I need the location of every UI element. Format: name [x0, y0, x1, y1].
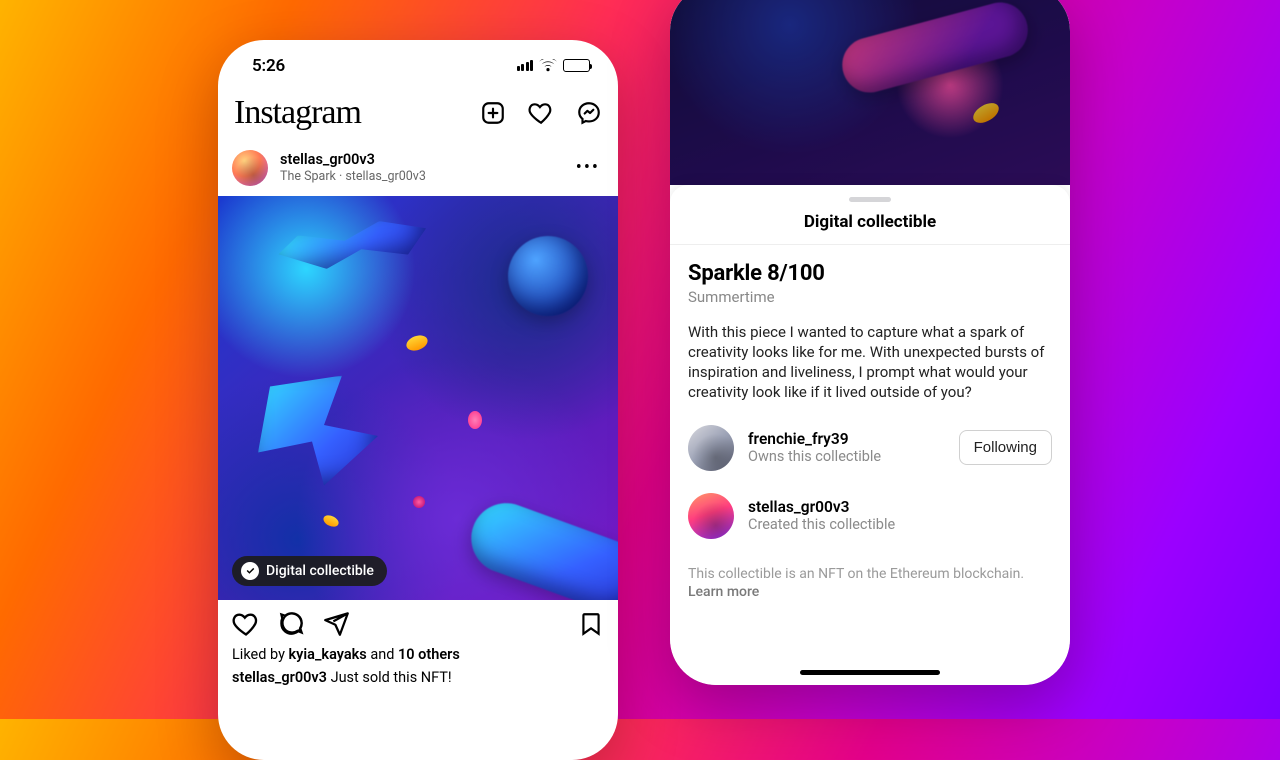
messenger-icon[interactable]: [576, 100, 602, 126]
battery-icon: [563, 59, 590, 72]
status-bar: 5:26: [218, 40, 618, 86]
home-indicator[interactable]: [800, 670, 940, 675]
cellular-icon: [517, 60, 534, 71]
caption-line: stellas_gr00v3 Just sold this NFT!: [218, 665, 618, 686]
nft-title: Sparkle 8/100: [688, 261, 1052, 286]
creator-avatar[interactable]: [688, 493, 734, 539]
share-icon[interactable]: [323, 610, 350, 637]
post-more-icon[interactable]: •••: [572, 153, 604, 182]
post-subtext: The Spark · stellas_gr00v3: [280, 169, 560, 185]
sheet-grabber[interactable]: [849, 197, 891, 202]
blockchain-disclaimer: This collectible is an NFT on the Ethere…: [688, 565, 1052, 603]
post-author-avatar[interactable]: [232, 150, 268, 186]
digital-collectible-badge[interactable]: Digital collectible: [232, 556, 387, 586]
caption-text: Just sold this NFT!: [327, 669, 452, 686]
badge-label: Digital collectible: [266, 563, 374, 579]
save-icon[interactable]: [578, 611, 604, 637]
caption-username[interactable]: stellas_gr00v3: [232, 669, 327, 686]
creator-row: stellas_gr00v3 Created this collectible: [688, 493, 1052, 539]
activity-heart-icon[interactable]: [528, 100, 554, 126]
owner-avatar[interactable]: [688, 425, 734, 471]
instagram-logo: Instagram: [234, 94, 361, 132]
likes-line[interactable]: Liked by kyia_kayaks and 10 others: [218, 644, 618, 665]
post-header: stellas_gr00v3 The Spark · stellas_gr00v…: [218, 140, 618, 196]
owner-role-label: Owns this collectible: [748, 448, 945, 465]
owner-username[interactable]: frenchie_fry39: [748, 430, 945, 448]
sheet-title: Digital collectible: [670, 212, 1070, 244]
post-image[interactable]: Digital collectible: [218, 196, 618, 600]
like-icon[interactable]: [232, 610, 260, 638]
owner-row: frenchie_fry39 Owns this collectible Fol…: [688, 425, 1052, 471]
collectible-preview-image: [670, 0, 1070, 185]
comment-icon[interactable]: [278, 610, 305, 637]
learn-more-link[interactable]: Learn more: [688, 584, 759, 600]
wifi-icon: [539, 59, 557, 72]
post-author-username[interactable]: stellas_gr00v3: [280, 151, 560, 169]
nft-collection-name: Summertime: [688, 288, 1052, 306]
creator-role-label: Created this collectible: [748, 516, 1052, 533]
post-action-bar: [218, 600, 618, 644]
create-post-icon[interactable]: [480, 100, 506, 126]
following-button[interactable]: Following: [959, 430, 1052, 465]
collectible-sheet: Digital collectible Sparkle 8/100 Summer…: [670, 185, 1070, 685]
verified-check-icon: [241, 562, 259, 580]
phone-collectible-detail: Digital collectible Sparkle 8/100 Summer…: [670, 0, 1070, 685]
status-icons: [517, 59, 591, 72]
app-header: Instagram: [218, 86, 618, 140]
nft-description: With this piece I wanted to capture what…: [688, 322, 1052, 403]
status-time: 5:26: [252, 56, 285, 76]
phone-feed: 5:26 Instagram stellas_g: [218, 40, 618, 760]
creator-username[interactable]: stellas_gr00v3: [748, 498, 1052, 516]
